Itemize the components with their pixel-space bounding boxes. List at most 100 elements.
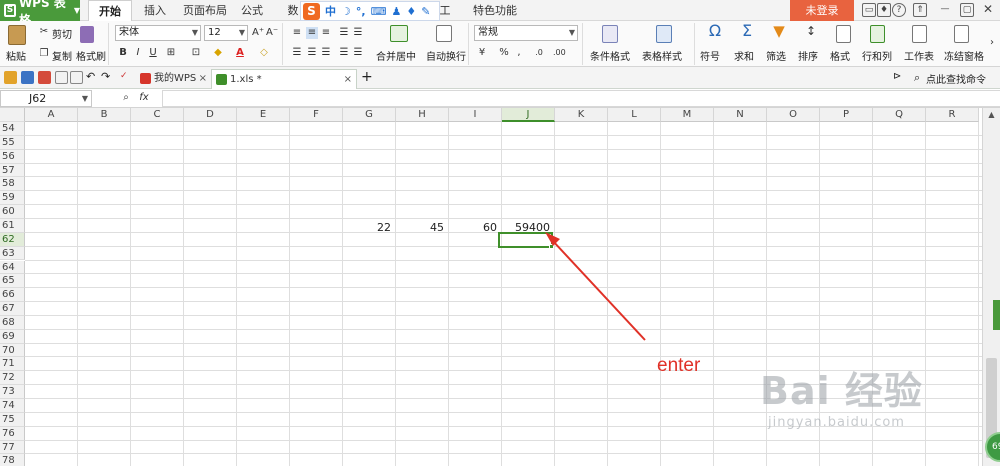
tab-insert[interactable]: 插入 xyxy=(140,0,170,21)
tab-special-features[interactable]: 特色功能 xyxy=(470,0,520,21)
table-style-button[interactable]: 表格样式 xyxy=(642,48,682,63)
minimize-icon[interactable]: — xyxy=(938,3,952,17)
align-right-icon[interactable]: ☰ xyxy=(320,47,332,59)
tab-formulas[interactable]: 公式 xyxy=(240,0,264,21)
worksheet-icon[interactable] xyxy=(912,25,927,43)
fx-icon[interactable]: fx xyxy=(138,92,150,104)
worksheet-button[interactable]: 工作表 xyxy=(904,48,934,63)
redo-icon[interactable]: ↷ xyxy=(101,71,114,84)
align-bottom-icon[interactable]: ≡ xyxy=(320,27,332,39)
close-icon[interactable]: ✕ xyxy=(981,3,995,17)
copy-icon[interactable]: ❐ xyxy=(38,48,50,60)
shirt-icon[interactable]: ♦ xyxy=(406,5,416,18)
paste-icon[interactable] xyxy=(8,25,26,45)
conditional-format-button[interactable]: 条件格式 xyxy=(590,48,630,63)
more-icon[interactable]: › xyxy=(986,37,998,49)
tab-home[interactable]: 开始 xyxy=(88,0,132,22)
align-middle-icon[interactable]: ≡ xyxy=(306,27,318,39)
maximize-icon[interactable]: ▢ xyxy=(960,3,974,17)
login-button[interactable]: 未登录 xyxy=(790,0,854,21)
zoom-icon[interactable]: ⌕ xyxy=(120,92,132,104)
app-menu-button[interactable]: S WPS 表格 ▼ xyxy=(0,0,80,27)
person-icon[interactable]: ♟ xyxy=(391,5,401,18)
open-folder-icon[interactable] xyxy=(4,71,17,84)
currency-icon[interactable]: ¥ xyxy=(476,47,488,59)
table-style-icon[interactable] xyxy=(656,25,672,43)
wrap-text-button[interactable]: 自动换行 xyxy=(426,48,466,63)
font-name-select[interactable]: 宋体 ▼ xyxy=(115,25,201,41)
clear-format-icon[interactable]: ◇ xyxy=(258,47,270,59)
copy-button[interactable]: 复制 xyxy=(52,48,72,63)
underline-button[interactable]: U xyxy=(147,47,159,59)
increase-decimal-icon[interactable]: .0 xyxy=(533,47,545,59)
format-painter-icon[interactable] xyxy=(80,26,94,43)
print-preview-icon[interactable] xyxy=(70,71,83,84)
justify-icon[interactable]: ☰ xyxy=(338,47,350,59)
fill-color-icon[interactable]: ◆ xyxy=(212,47,224,59)
merge-icon[interactable]: ⊡ xyxy=(190,47,202,59)
filter-button[interactable]: 筛选 xyxy=(766,48,786,63)
font-color-button[interactable]: A xyxy=(234,47,246,59)
shirt-skin-icon[interactable]: ♦ xyxy=(877,3,891,17)
align-top-icon[interactable]: ≡ xyxy=(291,27,303,39)
tab-document[interactable]: 1.xls * × xyxy=(211,69,357,89)
tab-data[interactable]: 数 xyxy=(286,0,300,21)
format-icon[interactable] xyxy=(836,25,851,43)
ime-toolbar[interactable]: S 中 ☽ °, ⌨ ♟ ♦ ✎ xyxy=(300,1,440,21)
skin-icon[interactable]: ▭ xyxy=(862,3,876,17)
customize-icon[interactable]: ✓ xyxy=(120,71,133,84)
freeze-panes-button[interactable]: 冻结窗格 xyxy=(944,48,984,63)
scissors-icon[interactable]: ✂ xyxy=(38,26,50,38)
align-left-icon[interactable]: ☰ xyxy=(291,47,303,59)
side-panel-toggle[interactable] xyxy=(993,300,1000,330)
decrease-decimal-icon[interactable]: .00 xyxy=(553,47,566,59)
italic-button[interactable]: I xyxy=(132,47,144,59)
conditional-format-icon[interactable] xyxy=(602,25,618,43)
close-icon[interactable]: × xyxy=(344,70,352,89)
comma-button[interactable]: , xyxy=(513,47,525,59)
filter-funnel-icon[interactable]: ▼ xyxy=(770,24,788,39)
sort-button[interactable]: 排序 xyxy=(798,48,818,63)
format-painter-button[interactable]: 格式刷 xyxy=(76,48,106,63)
ime-mode-label[interactable]: 中 xyxy=(325,3,336,19)
cut-button[interactable]: 剪切 xyxy=(52,26,72,41)
name-box[interactable]: J62 ▼ xyxy=(0,90,92,107)
merge-center-button[interactable]: 合并居中 xyxy=(376,48,416,63)
search-small-icon[interactable]: ⊳ xyxy=(893,71,906,84)
font-size-select[interactable]: 12 ▼ xyxy=(204,25,248,41)
merge-center-icon[interactable] xyxy=(390,25,408,42)
save-icon[interactable] xyxy=(21,71,34,84)
formula-input[interactable] xyxy=(162,90,1000,107)
print-icon[interactable] xyxy=(55,71,68,84)
export-pdf-icon[interactable] xyxy=(38,71,51,84)
new-tab-icon[interactable]: + xyxy=(361,70,374,84)
wrench-icon[interactable]: ✎ xyxy=(421,5,430,18)
restore-ribbon-icon[interactable]: ⇑ xyxy=(913,3,927,17)
number-format-select[interactable]: 常规 ▼ xyxy=(474,25,578,41)
paste-button[interactable]: 粘贴 xyxy=(6,48,26,63)
moon-icon[interactable]: ☽ xyxy=(341,5,351,18)
punctuation-icon[interactable]: °, xyxy=(356,5,366,18)
bold-button[interactable]: B xyxy=(117,47,129,59)
find-command-input[interactable]: 点此查找命令 xyxy=(926,71,986,86)
format-button[interactable]: 格式 xyxy=(830,48,850,63)
distribute-icon[interactable]: ☰ xyxy=(352,47,364,59)
indent-increase-icon[interactable]: ☰ xyxy=(352,27,364,39)
undo-icon[interactable]: ↶ xyxy=(86,71,99,84)
sort-icon[interactable]: ↕ xyxy=(802,25,820,37)
percent-button[interactable]: % xyxy=(498,47,510,59)
close-icon[interactable]: × xyxy=(199,69,207,88)
decrease-font-icon[interactable]: A⁻ xyxy=(266,27,278,39)
freeze-panes-icon[interactable] xyxy=(954,25,969,43)
row-col-button[interactable]: 行和列 xyxy=(862,48,892,63)
sum-button[interactable]: 求和 xyxy=(734,48,754,63)
vertical-scrollbar[interactable]: ▲ xyxy=(982,108,1000,466)
borders-icon[interactable]: ⊞ xyxy=(165,47,177,59)
help-icon[interactable]: ? xyxy=(892,3,906,17)
tab-my-wps[interactable]: 我的WPS × xyxy=(136,69,211,89)
increase-font-icon[interactable]: A⁺ xyxy=(252,27,264,39)
align-center-icon[interactable]: ☰ xyxy=(306,47,318,59)
symbol-button[interactable]: 符号 xyxy=(700,48,720,63)
tab-page-layout[interactable]: 页面布局 xyxy=(180,0,230,21)
indent-decrease-icon[interactable]: ☰ xyxy=(338,27,350,39)
